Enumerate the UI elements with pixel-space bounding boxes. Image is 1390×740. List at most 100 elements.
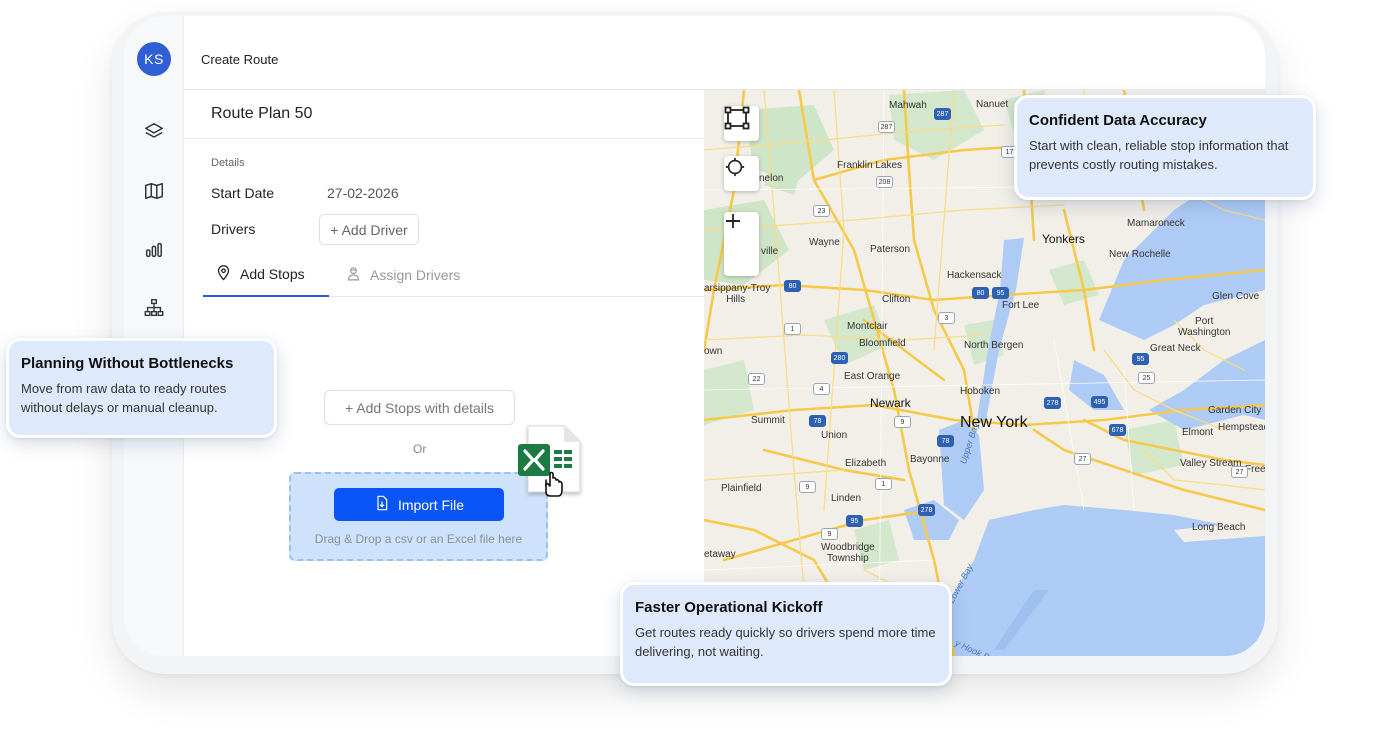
file-dropzone[interactable]: Import File Drag & Drop a csv or an Exce…: [289, 472, 548, 561]
highway-shield: 95: [846, 515, 863, 527]
map-label: Port Washington: [1178, 316, 1231, 338]
tab-bar: Add Stops Assign Drivers: [203, 253, 704, 297]
map-label: Newark: [870, 396, 911, 410]
map-label: etaway: [704, 549, 736, 560]
map-label: Montclair: [847, 321, 888, 332]
map-label: Fort Lee: [1002, 300, 1040, 311]
map-label: Wayne: [809, 237, 840, 248]
map-label: Bayonne: [910, 454, 950, 465]
map-label: Paterson: [870, 244, 911, 255]
map-label: Hoboken: [960, 386, 1001, 397]
map-label: ville: [761, 246, 779, 257]
driver-icon: [345, 265, 362, 285]
stage: KS Create Route Route Plan 50 Details St…: [0, 0, 1390, 740]
draw-area-button[interactable]: [724, 106, 759, 141]
highway-shield: 495: [1091, 396, 1108, 408]
highway-shield: 287: [878, 121, 895, 133]
details-label: Details: [211, 157, 245, 169]
map-label: Long Beach: [1192, 522, 1246, 533]
map-label: arsippany-Troy Hills: [704, 283, 771, 305]
or-separator: Or: [413, 442, 427, 456]
highway-shield: 27: [1231, 466, 1248, 478]
locate-button[interactable]: [724, 156, 759, 191]
highway-shield: 278: [918, 504, 935, 516]
add-driver-button[interactable]: + Add Driver: [319, 214, 419, 245]
file-import-icon: [374, 495, 390, 514]
map-label: nelon: [759, 173, 784, 184]
highway-shield: 9: [894, 416, 911, 428]
highway-shield: 287: [934, 108, 951, 120]
route-name[interactable]: Route Plan 50: [211, 105, 312, 123]
callout-text: Get routes ready quickly so drivers spen…: [635, 625, 936, 659]
highway-shield: 1: [875, 478, 892, 490]
highway-shield: 23: [813, 205, 830, 217]
callout-planning: Planning Without Bottlenecks Move from r…: [6, 338, 277, 438]
top-bar: Create Route: [184, 16, 1265, 90]
layers-icon[interactable]: [142, 120, 166, 144]
sidebar: KS: [124, 16, 184, 656]
callout-text: Move from raw data to ready routes witho…: [21, 381, 227, 415]
avatar[interactable]: KS: [137, 42, 171, 76]
map-label: own: [704, 346, 723, 357]
tab-assign-drivers[interactable]: Assign Drivers: [345, 253, 460, 297]
start-date-value[interactable]: 27-02-2026: [327, 185, 399, 201]
start-date-label: Start Date: [211, 185, 275, 201]
highway-shield: 95: [1132, 353, 1149, 365]
map-label: Union: [821, 430, 848, 441]
highway-shield: 80: [972, 287, 989, 299]
tab-label: Add Stops: [240, 266, 305, 282]
hierarchy-icon[interactable]: [142, 296, 166, 320]
highway-shield: 80: [784, 280, 801, 292]
map-label: Great Neck: [1150, 343, 1201, 354]
tab-add-stops[interactable]: Add Stops: [203, 253, 329, 297]
map-label: Linden: [831, 493, 862, 504]
highway-shield: 9: [821, 528, 838, 540]
highway-shield: 1: [784, 323, 801, 335]
zoom-control: [724, 212, 759, 276]
map-label: Elmont: [1182, 427, 1214, 438]
map-label: New Rochelle: [1109, 249, 1171, 260]
page-title: Create Route: [201, 52, 279, 67]
highway-shield: 678: [1109, 424, 1126, 436]
map-label: Franklin Lakes: [837, 160, 903, 171]
dropzone-hint: Drag & Drop a csv or an Excel file here: [314, 532, 523, 546]
highway-shield: 9: [799, 481, 816, 493]
location-pin-icon: [215, 264, 232, 284]
map-label: Clifton: [882, 294, 911, 305]
callout-title: Faster Operational Kickoff: [635, 599, 823, 616]
map-label: Elizabeth: [845, 458, 887, 469]
highway-shield: 22: [748, 373, 765, 385]
highway-shield: 25: [1138, 372, 1155, 384]
map-label: Glen Cove: [1212, 291, 1260, 302]
map-label: Garden City: [1208, 405, 1262, 416]
callout-title: Planning Without Bottlenecks: [21, 355, 234, 372]
map-label: Hackensack: [947, 270, 1002, 281]
map-label: Mamaroneck: [1127, 218, 1185, 229]
map-label: Plainfield: [721, 483, 762, 494]
map-label: Mahwah: [889, 100, 927, 111]
map-label: Summit: [751, 415, 785, 426]
highway-shield: 278: [1044, 397, 1061, 409]
drivers-label: Drivers: [211, 221, 256, 237]
highway-shield: 208: [876, 176, 893, 188]
add-stops-with-details-button[interactable]: + Add Stops with details: [324, 390, 515, 425]
highway-shield: 78: [809, 415, 826, 427]
map-label: Free: [1245, 464, 1265, 475]
map-icon[interactable]: [142, 179, 166, 203]
map-label: Hempstead: [1218, 422, 1265, 433]
highway-shield: 280: [831, 352, 848, 364]
divider: [184, 138, 704, 139]
map-label: Yonkers: [1042, 232, 1085, 246]
map-label: North Bergen: [964, 340, 1024, 351]
map-label: Nanuet: [976, 99, 1009, 110]
callout-title: Confident Data Accuracy: [1029, 112, 1207, 129]
map-label: Woodbridge Township: [821, 542, 875, 564]
highway-shield: 78: [937, 435, 954, 447]
tab-label: Assign Drivers: [370, 267, 461, 283]
map-label: Bloomfield: [859, 338, 906, 349]
excel-file-icon: [514, 422, 584, 498]
import-file-button[interactable]: Import File: [334, 488, 504, 521]
analytics-icon[interactable]: [142, 238, 166, 262]
map-label: East Orange: [844, 371, 901, 382]
import-file-label: Import File: [397, 496, 465, 513]
